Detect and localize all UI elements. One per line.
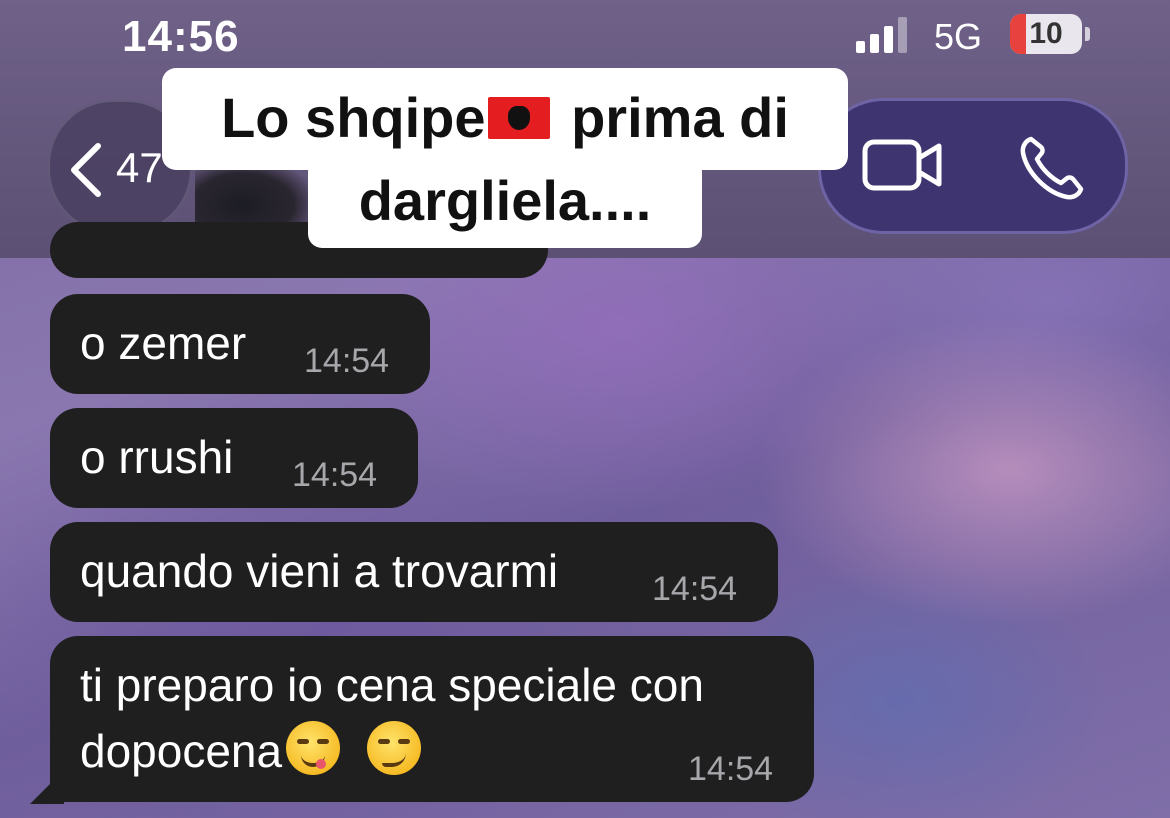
message-text-line2: dopocena [80,725,283,777]
battery-level: 10 [1029,17,1063,50]
message-bubble[interactable]: ti preparo io cena speciale con dopocena… [50,636,814,802]
message-text: quando vieni a trovarmi [80,545,559,597]
message-bubble[interactable]: o rrushi 14:54 [50,408,418,508]
face-savoring-food-emoji [286,721,341,775]
message-time: 14:54 [292,456,378,494]
status-time: 14:56 [122,12,240,61]
message-text-line2-wrap: dopocena [80,720,421,782]
message-text: o rrushi [80,431,234,483]
message-bubble[interactable]: o zemer 14:54 [50,294,430,394]
message-time: 14:54 [304,342,390,380]
message-text: o zemer [80,317,247,369]
call-actions [818,98,1128,234]
unread-count: 47 [116,144,163,191]
smirking-face-emoji [366,721,421,775]
caption-line-2: dargliela.... [308,158,702,248]
chevron-left-icon [71,143,101,197]
chat-screen: 14:56 5G 10 47 o zemer 14:54 o rrushi 14… [0,0,1170,818]
video-camera-icon[interactable] [861,134,945,196]
battery-icon: 10 [1010,14,1082,54]
cellular-signal-icon [856,17,916,53]
message-text-line1: ti preparo io cena speciale con [80,659,704,711]
message-bubble[interactable]: quando vieni a trovarmi 14:54 [50,522,778,622]
network-type: 5G [934,16,983,57]
phone-icon[interactable] [1017,133,1087,203]
message-time: 14:54 [688,750,774,788]
caption-text-1a: Lo shqipe [221,86,486,149]
caption-line-1: Lo shqipe prima di [162,68,848,170]
battery-tip [1085,27,1090,41]
message-time: 14:54 [652,570,738,608]
albania-flag-icon [487,97,550,139]
caption-text-1b: prima di [555,86,789,149]
